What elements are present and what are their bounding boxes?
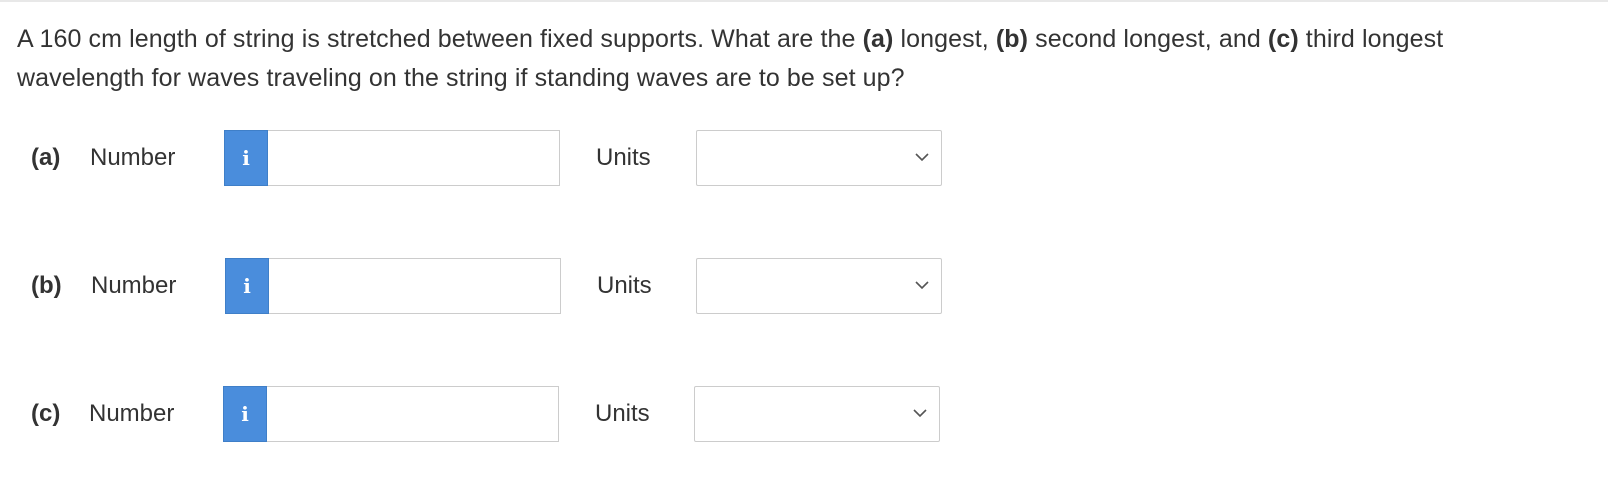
top-divider — [0, 0, 1608, 2]
info-icon[interactable]: i — [223, 386, 267, 442]
answer-row-b: (b) Number i Units — [0, 258, 1608, 314]
question-segment-bold: (b) — [995, 25, 1029, 53]
answer-row-a: (a) Number i Units — [0, 130, 1608, 186]
part-label-a: (a) — [31, 144, 61, 171]
chevron-down-icon — [915, 281, 929, 290]
units-label-a: Units — [596, 144, 651, 171]
number-input-a[interactable] — [268, 130, 560, 186]
question-segment: second longest, and — [1028, 25, 1268, 53]
question-segment: A 160 cm length of string is stretched b… — [17, 25, 863, 53]
number-input-b[interactable] — [269, 258, 561, 314]
number-label-c: Number — [89, 400, 175, 427]
number-label-b: Number — [91, 272, 177, 299]
units-select-a[interactable] — [696, 130, 942, 186]
info-icon[interactable]: i — [225, 258, 269, 314]
question-segment-bold: (c) — [1267, 25, 1299, 53]
chevron-down-icon — [915, 153, 929, 162]
units-label-b: Units — [597, 272, 652, 299]
units-label-c: Units — [595, 400, 650, 427]
chevron-down-icon — [913, 409, 927, 418]
question-segment: longest, — [893, 25, 996, 53]
number-input-c[interactable] — [267, 386, 559, 442]
part-label-b: (b) — [31, 272, 62, 299]
answer-row-c: (c) Number i Units — [0, 386, 1608, 442]
part-label-c: (c) — [31, 400, 61, 427]
info-icon[interactable]: i — [224, 130, 268, 186]
question-text: A 160 cm length of string is stretched b… — [17, 20, 1577, 98]
number-label-a: Number — [90, 144, 176, 171]
units-select-b[interactable] — [696, 258, 942, 314]
question-segment-bold: (a) — [862, 25, 894, 53]
units-select-c[interactable] — [694, 386, 940, 442]
